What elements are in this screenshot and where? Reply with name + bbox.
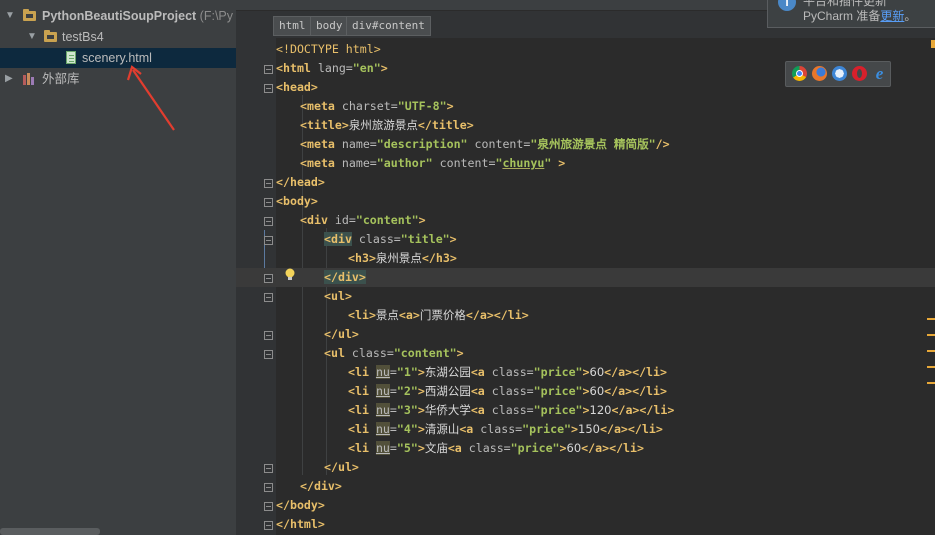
code-line-14: <ul>	[324, 289, 352, 303]
ie-icon[interactable]: e	[872, 65, 887, 82]
code-line-19: <li nu="2">西湖公园<a class="price">60</a></…	[348, 384, 667, 398]
fold-marker-icon[interactable]	[264, 293, 273, 302]
fold-marker-icon[interactable]	[264, 483, 273, 492]
error-stripe-marker[interactable]	[927, 334, 935, 336]
fold-marker-icon[interactable]	[264, 179, 273, 188]
annotation-arrow-icon	[126, 65, 175, 131]
fold-marker-icon[interactable]	[264, 84, 273, 93]
code-line-8: </head>	[276, 175, 325, 189]
fold-marker-icon[interactable]	[264, 350, 273, 359]
code-line-9: <body>	[276, 194, 318, 208]
code-editor[interactable]: html body div#content <!DOCTYPE html> <h…	[236, 0, 935, 535]
code-line-11: <div class="title">	[324, 232, 457, 246]
code-line-3: <head>	[276, 80, 318, 94]
update-link[interactable]: 更新	[880, 9, 904, 23]
fold-marker-icon[interactable]	[264, 198, 273, 207]
breadcrumb-html[interactable]: html	[273, 16, 312, 36]
firefox-icon[interactable]	[812, 66, 827, 81]
code-line-10: <div id="content">	[300, 213, 426, 227]
code-line-26: </html>	[276, 517, 325, 531]
code-line-1: <!DOCTYPE html>	[276, 42, 381, 56]
code-line-23: </ul>	[324, 460, 359, 474]
code-line-5: <title>泉州旅游景点</title>	[300, 118, 474, 132]
error-stripe-marker[interactable]	[927, 318, 935, 320]
fold-marker-icon[interactable]	[264, 521, 273, 530]
code-line-25: </body>	[276, 498, 325, 512]
code-line-24: </div>	[300, 479, 342, 493]
code-line-12: <h3>泉州景点</h3>	[348, 251, 457, 265]
code-line-13-current: </div>	[236, 268, 935, 287]
error-stripe-marker[interactable]	[927, 350, 935, 352]
code-line-16: </ul>	[324, 327, 359, 341]
sidebar-scrollbar[interactable]	[0, 528, 100, 535]
fold-marker-icon[interactable]	[264, 464, 273, 473]
breadcrumb-div-content[interactable]: div#content	[346, 16, 431, 36]
spelling-warning: chunyu	[502, 156, 545, 170]
fold-marker-icon[interactable]	[264, 274, 273, 283]
info-icon: i	[778, 0, 796, 11]
update-notification[interactable]: i 平台和插件更新 PyCharm 准备更新。	[767, 0, 935, 28]
code-area[interactable]: <!DOCTYPE html> <html lang="en"> <head> …	[236, 38, 935, 535]
code-line-2: <html lang="en">	[276, 61, 388, 75]
notification-body: PyCharm 准备更新。	[803, 9, 917, 23]
breadcrumb-body[interactable]: body	[310, 16, 349, 36]
code-line-15: <li>景点<a>门票价格</a></li>	[348, 308, 529, 322]
error-stripe-marker[interactable]	[927, 382, 935, 384]
fold-marker-icon[interactable]	[264, 331, 273, 340]
intention-bulb-icon[interactable]	[285, 267, 295, 281]
fold-marker-icon[interactable]	[264, 217, 273, 226]
code-line-21: <li nu="4">清源山<a class="price">150</a></…	[348, 422, 663, 436]
code-line-18: <li nu="1">东湖公园<a class="price">60</a></…	[348, 365, 667, 379]
code-line-22: <li nu="5">文庙<a class="price">60</a></li…	[348, 441, 644, 455]
fold-marker-icon[interactable]	[264, 65, 273, 74]
error-stripe-marker[interactable]	[931, 40, 935, 48]
error-stripe-marker[interactable]	[927, 366, 935, 368]
code-line-6: <meta name="description" content="泉州旅游景点…	[300, 137, 670, 151]
fold-marker-icon[interactable]	[264, 502, 273, 511]
open-in-browser-bar: e	[785, 61, 891, 87]
code-line-4: <meta charset="UTF-8">	[300, 99, 454, 113]
code-line-17: <ul class="content">	[324, 346, 464, 360]
code-line-7: <meta name="author" content="chunyu" >	[300, 156, 566, 170]
safari-icon[interactable]	[832, 66, 847, 81]
fold-marker-icon[interactable]	[264, 236, 273, 245]
code-line-20: <li nu="3">华侨大学<a class="price">120</a><…	[348, 403, 675, 417]
project-tool-window: ▼ PythonBeautiSoupProject (F:\Py ▼ testB…	[0, 0, 236, 535]
opera-icon[interactable]	[852, 66, 867, 81]
chrome-icon[interactable]	[792, 66, 807, 81]
